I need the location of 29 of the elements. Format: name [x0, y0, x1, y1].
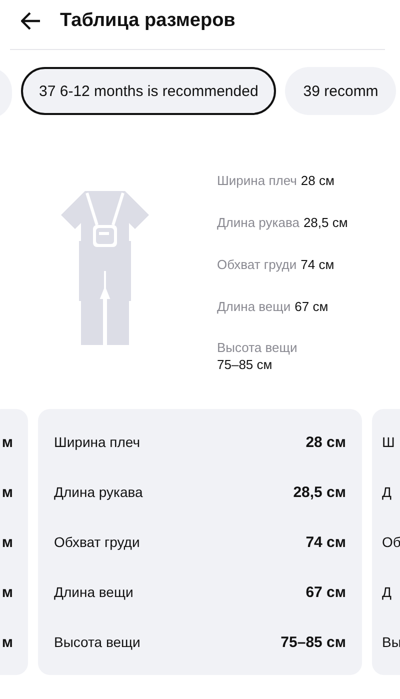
measurement-text: Высота вещи 75–85 см: [217, 339, 298, 373]
measurement-value: 28 см: [306, 434, 346, 450]
measurement-label: Об: [382, 534, 400, 550]
measurement-text: Ширина плеч 28 см: [217, 172, 336, 190]
page-title: Таблица размеров: [60, 10, 236, 32]
back-icon[interactable]: [21, 12, 41, 30]
measurement-value: м: [2, 634, 13, 650]
measurement-value: м: [2, 434, 13, 450]
measurement-label: Обхват груди: [54, 534, 140, 550]
measurement-label: Длина рукава: [54, 484, 143, 500]
measurement-label: Ширина плеч: [54, 434, 140, 450]
size-chip[interactable]: 37 6-12 months is recommended: [21, 67, 276, 115]
measurement-value: 28,5 см: [293, 484, 346, 500]
measurement-value: 75–85 см: [280, 634, 346, 650]
measurement-label: Высота вещи: [54, 634, 140, 650]
measurement-text: Длина рукава 28,5 см: [217, 214, 348, 232]
measurement-label: Ш: [382, 434, 396, 450]
measurement-label: Д: [382, 484, 392, 500]
measurement-text: Длина вещи 67 см: [217, 298, 330, 316]
measurement-label: Длина вещи: [54, 584, 134, 600]
measurement-value: 74 см: [306, 534, 346, 550]
measurement-value: 67 см: [306, 584, 346, 600]
size-chip[interactable]: 39 recomm: [285, 67, 396, 115]
measurement-value: м: [2, 584, 13, 600]
measurement-text: Обхват груди 74 см: [217, 256, 336, 274]
measurement-value: м: [2, 484, 13, 500]
measurement-value: м: [2, 534, 13, 550]
measurement-label: Вы: [382, 634, 400, 650]
measurement-label: Д: [382, 584, 392, 600]
